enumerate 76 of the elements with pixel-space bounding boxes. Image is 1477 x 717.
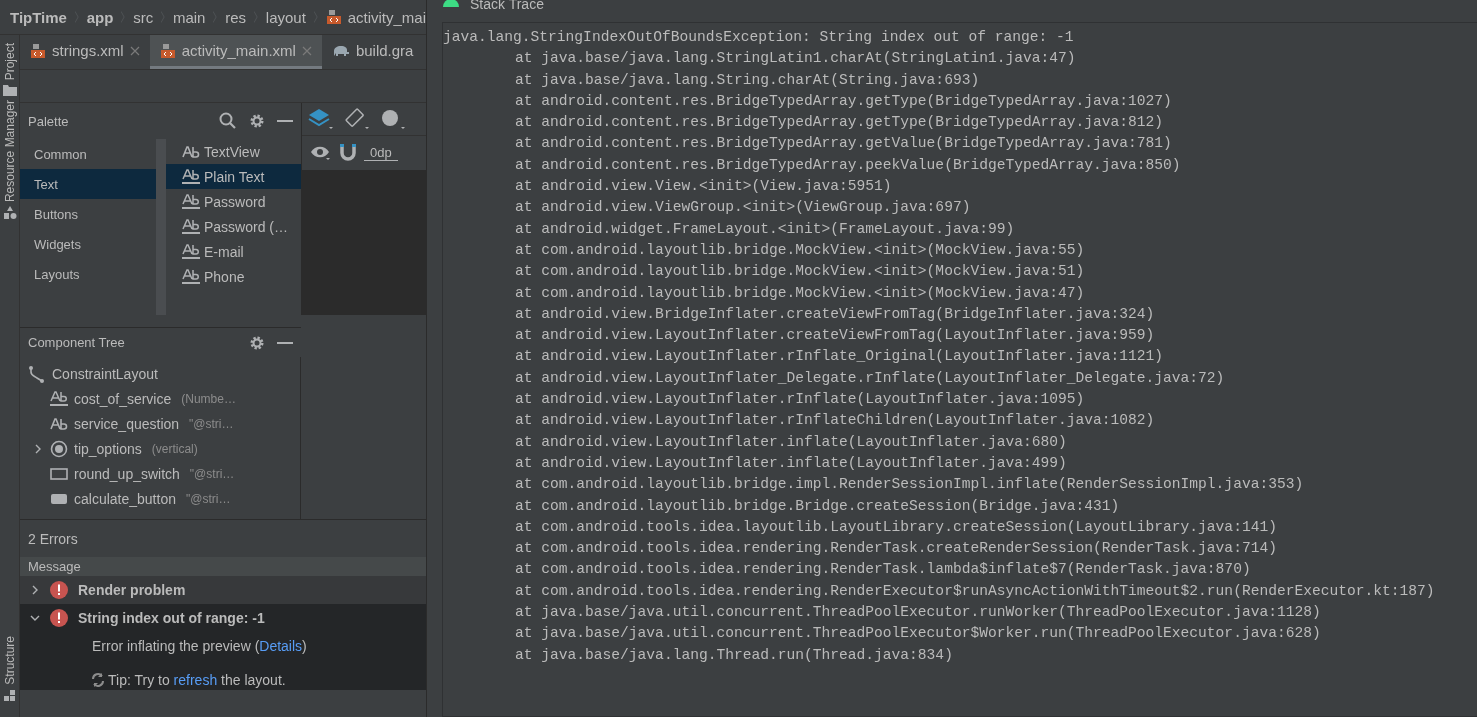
constraint-icon — [28, 364, 46, 383]
editor-tab[interactable]: activity_main.xml — [149, 35, 322, 69]
error-description: Error inflating the preview (Details) — [92, 638, 308, 654]
problem-row[interactable]: String index out of range: -1 — [20, 604, 426, 632]
error-icon — [50, 609, 68, 627]
rotate-device-icon[interactable] — [344, 108, 370, 130]
settings-icon[interactable] — [249, 113, 265, 129]
button-icon — [50, 491, 68, 506]
edit-text-icon — [182, 218, 200, 235]
edit-text-icon — [50, 390, 68, 407]
tool-window-button[interactable]: Structure — [2, 636, 17, 685]
margin-field[interactable]: 0dp — [364, 145, 398, 161]
tree-item[interactable]: round_up_switch "@stri… — [20, 461, 300, 486]
breadcrumb-item[interactable]: layout — [265, 8, 306, 26]
radio-icon — [50, 439, 68, 458]
stack-trace-text: java.lang.StringIndexOutOfBoundsException: String index out of range: -1 at java.base/java.lang.StringLatin1.charAt(StringLatin1.java:47) at java.base/java.lang.String.charAt(String.java:693) at android.content.res.BridgeTypedArray.getType(BridgeTypedArray.java:1027) at android.content.res.BridgeTypedArray.getType(BridgeTypedArray.java:812) at android.content.res.BridgeTypedArray.getValue(BridgeTypedArray.java:781) at android.content.res.BridgeTypedArray.peekValue(BridgeTypedArray.java:850) at android.view.View.<init>(View.java:5951) at android.view.ViewGroup.<init>(ViewGroup.java:697) at android.widget.FrameLayout.<init>(FrameLayout.java:99) at com.android.layoutlib.bridge.MockView.<init>(MockView.java:55) at com.android.layoutlib.bridge.MockView.<init>(MockView.java:51) at com.android.layoutlib.bridge.MockView.<init>(MockView.java:47) at android.view.BridgeInflater.createViewFromTag(BridgeInflater.java:324) at android.view.LayoutInflater.createViewFromTag(LayoutInflater.java:959) at android.view.LayoutInflater.rInflate_Original(LayoutInflater.java:1121) at android.view.LayoutInflater_Delegate.rInflate(LayoutInflater_Delegate.java:72) at android.view.LayoutInflater.rInflate(LayoutInflater.java:1095) at android.view.LayoutInflater.rInflateChildren(LayoutInflater.java:1082) at android.view.LayoutInflater.inflate(LayoutInflater.java:680) at android.view.LayoutInflater.inflate(LayoutInflater.java:499) at com.android.layoutlib.bridge.impl.RenderSessionImpl.inflate(RenderSessionImpl.java:353) at com.android.layoutlib.bridge.Bridge.createSession(Bridge.java:431) at com.android.tools.idea.layoutlib.LayoutLibrary.createSession(LayoutLibrary.java:141) at com.android.tools.idea.rendering.RenderTask.createRenderSession(RenderTask.java:714) at com.android.tools.idea.rendering.RenderTask.lambda$inflate$7(RenderTask.java:870) at com.android.tools.idea.rendering.RenderExecutor$runAsyncActionWithTimeout$2.run(RenderExecutor.kt:187) at java.base/java.util.concurrent.ThreadPoolExecutor.runWorker(ThreadPoolExecutor.java:1128) at java.base/java.util.concurrent.ThreadPoolExecutor$Worker.run(ThreadPoolExecutor.java:628) at java.base/java.lang.Thread.run(Thread.java:834) — [442, 22, 1477, 717]
palette-category[interactable]: Common — [20, 139, 156, 169]
switch-icon — [50, 466, 68, 481]
magnet-icon[interactable] — [340, 144, 356, 162]
palette-category[interactable]: Widgets — [20, 229, 156, 259]
text-view-icon — [50, 416, 68, 431]
refresh-link[interactable]: refresh — [173, 672, 218, 688]
xml-file-icon — [159, 42, 176, 59]
palette-category[interactable]: Layouts — [20, 259, 156, 289]
details-link[interactable]: Details — [259, 638, 303, 654]
edit-text-icon — [182, 268, 200, 285]
breadcrumb-item[interactable]: TipTime — [10, 8, 67, 26]
edit-text-icon — [182, 168, 200, 185]
palette-item[interactable]: Password — [166, 189, 301, 214]
tree-item[interactable]: calculate_button "@stri… — [20, 486, 300, 511]
chevron-right-icon[interactable] — [30, 585, 40, 595]
elephant-icon — [331, 43, 350, 58]
minimize-icon[interactable] — [277, 119, 293, 123]
palette-item[interactable]: Password (… — [166, 214, 301, 239]
search-icon[interactable] — [219, 112, 237, 130]
xml-file-icon — [325, 9, 342, 25]
breadcrumb-item[interactable]: res — [225, 8, 247, 26]
palette-item[interactable]: Plain Text — [166, 164, 301, 189]
palette-item[interactable]: Phone — [166, 264, 301, 289]
breadcrumb-item[interactable]: main — [172, 8, 206, 26]
chevron-right-icon[interactable] — [33, 443, 43, 454]
tree-item[interactable]: service_question "@stri… — [20, 411, 300, 436]
chevron-down-icon[interactable] — [30, 613, 40, 623]
tree-item[interactable]: cost_of_service (Numbe… — [20, 386, 300, 411]
palette-category[interactable]: Text — [20, 169, 156, 199]
tool-window-button[interactable]: Resource Manager — [2, 100, 17, 203]
editor-tab[interactable]: build.gra — [321, 35, 424, 69]
text-view-icon — [182, 144, 200, 159]
edit-text-icon — [182, 243, 200, 260]
theme-icon[interactable] — [380, 108, 406, 130]
edit-text-icon — [182, 193, 200, 210]
tree-item[interactable]: tip_options (vertical) — [20, 436, 300, 461]
error-icon — [50, 581, 68, 599]
palette-category[interactable]: Buttons — [20, 199, 156, 229]
xml-file-icon — [30, 42, 46, 59]
palette-item[interactable]: E-mail — [166, 239, 301, 264]
panel-title: Component Tree — [28, 335, 126, 350]
settings-icon[interactable] — [249, 334, 265, 351]
breadcrumb-item[interactable]: src — [133, 8, 154, 26]
panel-title: Palette — [28, 113, 70, 129]
column-header: Message — [20, 557, 426, 576]
palette-item[interactable]: TextView — [166, 139, 301, 164]
close-icon[interactable] — [129, 45, 140, 56]
structure-icon — [2, 689, 17, 703]
tip-text: Tip: Try to refresh the layout. — [108, 672, 286, 688]
editor-tab[interactable]: strings.xml — [20, 35, 150, 69]
breadcrumb-item[interactable]: app — [86, 8, 114, 26]
folder-icon — [2, 84, 17, 97]
refresh-icon — [90, 672, 106, 688]
eye-icon[interactable] — [310, 145, 332, 161]
layers-icon[interactable] — [308, 108, 334, 130]
shapes-icon — [2, 206, 17, 221]
tool-window-button[interactable]: Project — [2, 43, 17, 81]
breadcrumb-item[interactable]: activity_mai — [347, 8, 426, 26]
errors-title: 2 Errors — [27, 529, 79, 549]
tree-item[interactable]: ConstraintLayout — [20, 361, 300, 386]
